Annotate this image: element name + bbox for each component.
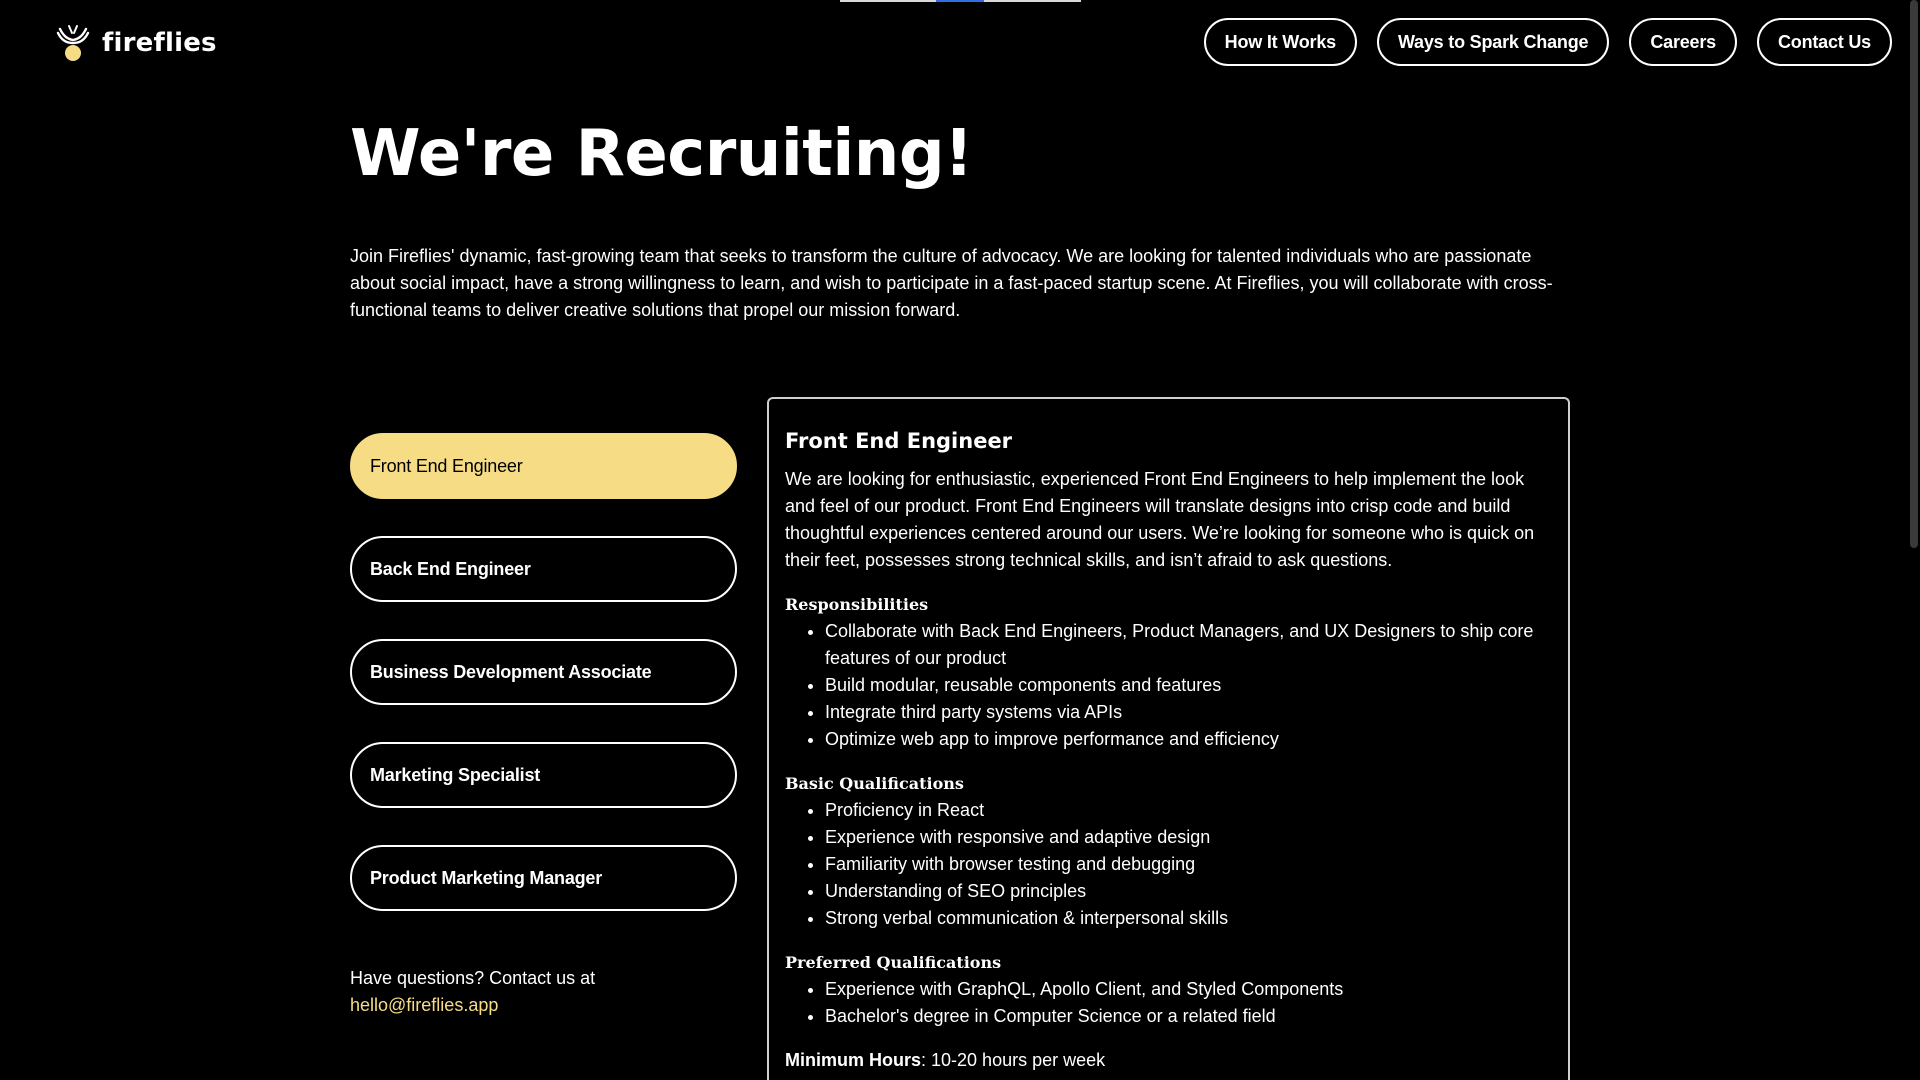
preferred-qualifications-heading: Preferred Qualifications <box>785 953 1002 972</box>
nav-careers[interactable]: Careers <box>1629 18 1737 66</box>
site-header: fireflies How It Works Ways to Spark Cha… <box>0 0 1920 86</box>
job-list: Front End Engineer Back End Engineer Bus… <box>350 433 737 948</box>
nav-how-it-works[interactable]: How It Works <box>1203 18 1357 66</box>
basic-qualifications-heading: Basic Qualifications <box>785 774 964 793</box>
careers-page: fireflies How It Works Ways to Spark Cha… <box>0 0 1920 1080</box>
list-item: Integrate third party systems via APIs <box>825 699 1552 726</box>
minimum-hours: Minimum Hours: 10-20 hours per week <box>785 1047 1552 1074</box>
brand-name: fireflies <box>102 28 217 58</box>
list-item: Familiarity with browser testing and deb… <box>825 851 1552 878</box>
page-title: We're Recruiting! <box>350 117 973 191</box>
brand-logo-link[interactable]: fireflies <box>54 23 217 63</box>
responsibilities-heading: Responsibilities <box>785 595 929 614</box>
list-item: Proficiency in React <box>825 797 1552 824</box>
list-item: Experience with GraphQL, Apollo Client, … <box>825 976 1552 1003</box>
scrollbar-thumb[interactable] <box>1910 0 1918 548</box>
list-item: Build modular, reusable components and f… <box>825 672 1552 699</box>
list-item: Collaborate with Back End Engineers, Pro… <box>825 618 1552 672</box>
list-item: Experience with responsive and adaptive … <box>825 824 1552 851</box>
list-item: Bachelor's degree in Computer Science or… <box>825 1003 1552 1030</box>
job-detail-title: Front End Engineer <box>785 429 1013 453</box>
job-tab-marketing-specialist[interactable]: Marketing Specialist <box>350 742 737 808</box>
preferred-qualifications-list: Experience with GraphQL, Apollo Client, … <box>785 976 1552 1030</box>
job-tab-front-end-engineer[interactable]: Front End Engineer <box>350 433 737 499</box>
nav-ways-to-spark-change[interactable]: Ways to Spark Change <box>1376 18 1610 66</box>
contact-note: Have questions? Contact us at hello@fire… <box>350 965 730 1019</box>
list-item: Understanding of SEO principles <box>825 878 1552 905</box>
firefly-logo-icon <box>56 25 90 61</box>
list-item: Optimize web app to improve performance … <box>825 726 1552 753</box>
minimum-hours-value: : 10-20 hours per week <box>921 1050 1106 1070</box>
job-tab-business-development-associate[interactable]: Business Development Associate <box>350 639 737 705</box>
intro-paragraph: Join Fireflies' dynamic, fast-growing te… <box>350 246 1553 320</box>
responsibilities-list: Collaborate with Back End Engineers, Pro… <box>785 618 1552 753</box>
job-description: We are looking for enthusiastic, experie… <box>785 469 1535 570</box>
nav-contact-us[interactable]: Contact Us <box>1756 18 1892 66</box>
job-tab-back-end-engineer[interactable]: Back End Engineer <box>350 536 737 602</box>
minimum-hours-label: Minimum Hours <box>785 1050 922 1070</box>
contact-email-link[interactable]: hello@fireflies.app <box>350 995 498 1015</box>
main-nav: How It Works Ways to Spark Change Career… <box>1203 18 1892 66</box>
list-item: Strong verbal communication & interperso… <box>825 905 1552 932</box>
job-detail-card: Front End Engineer We are looking for en… <box>767 397 1570 1080</box>
page-scrollbar[interactable] <box>1905 0 1920 1080</box>
job-tab-product-marketing-manager[interactable]: Product Marketing Manager <box>350 845 737 911</box>
contact-text: Have questions? Contact us at <box>350 968 596 988</box>
basic-qualifications-list: Proficiency in React Experience with res… <box>785 797 1552 932</box>
